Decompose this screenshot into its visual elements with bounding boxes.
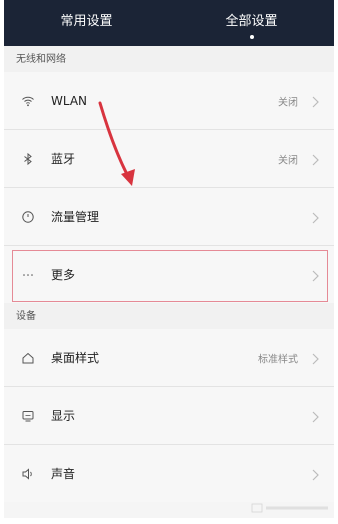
chevron-right-icon [310, 152, 320, 166]
settings-item-sound[interactable]: 声音 [4, 445, 334, 502]
settings-item-home-style-value: 标准样式 [258, 354, 298, 365]
device-list: 桌面样式 标准样式 显示 声音 [4, 329, 334, 502]
settings-item-bluetooth-value: 关闭 [278, 155, 298, 166]
top-tab-bar: 常用设置 全部设置 [4, 0, 334, 46]
settings-item-wlan-label: WLAN [51, 93, 88, 108]
settings-item-display[interactable]: 显示 [4, 387, 334, 445]
settings-item-home-style[interactable]: 桌面样式 标准样式 [4, 329, 334, 387]
settings-item-data-usage[interactable]: 流量管理 [4, 188, 334, 246]
active-tab-indicator [249, 35, 254, 39]
wireless-list: WLAN 关闭 蓝牙 关闭 流量管理 更多 [4, 72, 334, 303]
section-header-wireless: 无线和网络 [4, 46, 334, 72]
settings-item-bluetooth[interactable]: 蓝牙 关闭 [4, 130, 334, 188]
settings-item-data-usage-label: 流量管理 [51, 210, 100, 224]
bluetooth-icon [21, 152, 35, 166]
chevron-right-icon [310, 268, 320, 282]
display-icon [21, 409, 35, 423]
settings-item-home-style-label: 桌面样式 [51, 351, 100, 365]
home-icon [21, 351, 35, 365]
wifi-icon [21, 94, 35, 108]
settings-item-sound-label: 声音 [51, 467, 76, 481]
settings-item-wlan-value: 关闭 [278, 97, 298, 108]
settings-item-more[interactable]: 更多 [4, 246, 334, 303]
settings-item-display-label: 显示 [51, 409, 76, 423]
chevron-right-icon [310, 210, 320, 224]
tab-common-settings-label: 常用设置 [60, 14, 113, 29]
settings-item-wlan[interactable]: WLAN 关闭 [4, 72, 334, 130]
tab-all-settings-label: 全部设置 [225, 14, 278, 29]
settings-screen: 常用设置 全部设置 无线和网络 WLAN 关闭 蓝牙 关闭 流量管理 更多 设备… [4, 0, 334, 518]
section-header-device: 设备 [4, 303, 334, 329]
chevron-right-icon [310, 94, 320, 108]
speaker-icon [21, 467, 35, 481]
annotation-arrow-icon [98, 101, 135, 186]
chevron-right-icon [310, 409, 320, 423]
tab-common-settings[interactable]: 常用设置 [4, 0, 169, 46]
chevron-right-icon [310, 351, 320, 365]
tab-all-settings[interactable]: 全部设置 [169, 0, 334, 46]
settings-item-more-label: 更多 [51, 268, 76, 282]
data-usage-icon [21, 210, 35, 224]
chevron-right-icon [310, 467, 320, 481]
watermark-logo-icon [251, 503, 328, 513]
settings-item-bluetooth-label: 蓝牙 [51, 152, 76, 166]
more-icon [21, 268, 35, 282]
